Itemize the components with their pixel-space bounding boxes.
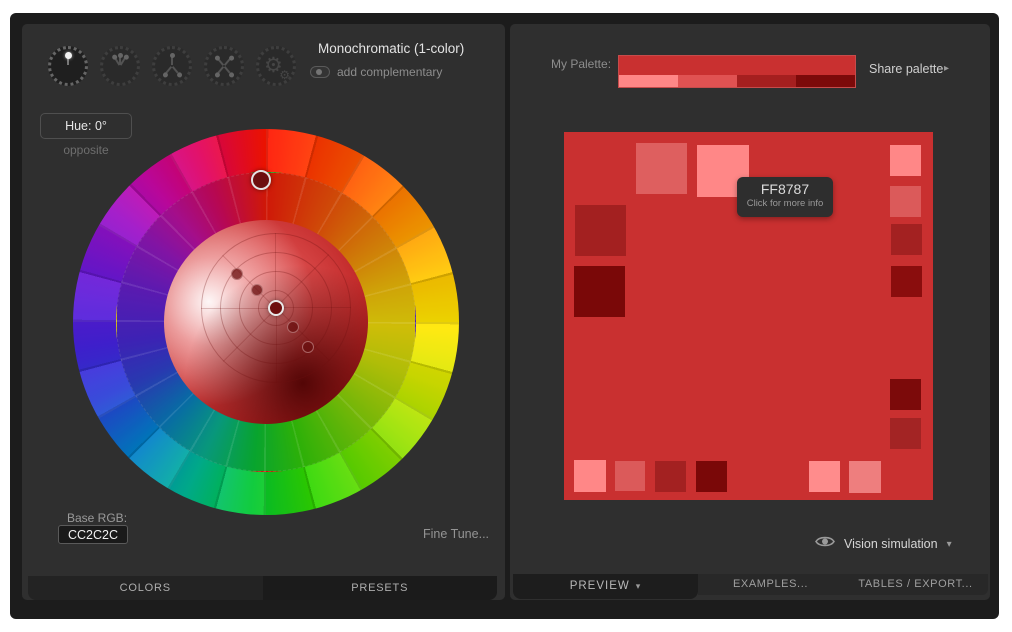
variant-marker[interactable] [231,268,243,280]
share-palette-arrow-icon: ▸ [944,63,949,74]
preview-square[interactable] [575,205,626,256]
base-rgb-input[interactable] [58,525,128,544]
palette-variant-swatch[interactable] [619,75,678,87]
preview-square[interactable] [890,145,921,176]
palette-strip[interactable] [619,56,855,87]
tab-preview-label: PREVIEW [570,580,630,592]
preview-square[interactable] [890,379,921,410]
small-gear-icon: ⚙ [279,68,290,82]
app-window: ⚙ ⚙ Monochromatic (1-color) add compleme… [0,0,1012,632]
variant-marker[interactable] [302,341,314,353]
palette-variant-swatch[interactable] [796,75,855,87]
preview-square[interactable] [891,266,922,297]
app-frame: ⚙ ⚙ Monochromatic (1-color) add compleme… [10,13,999,619]
tooltip-hex-value: FF8787 [737,181,833,197]
tab-tables-export[interactable]: TABLES / EXPORT... [843,574,988,595]
tab-preview[interactable]: PREVIEW ▾ [513,574,698,599]
preview-square[interactable] [636,143,687,194]
preview-panel: My Palette: Share palette ▸ FF8787 Click… [510,24,990,600]
saturation-brightness-disc[interactable] [164,220,368,424]
scheme-panel: ⚙ ⚙ Monochromatic (1-color) add compleme… [22,24,505,600]
left-tabbar: COLORS PRESETS [28,576,497,600]
add-complementary-toggle[interactable] [310,66,330,78]
variant-marker[interactable] [287,321,299,333]
palette-variant-swatch[interactable] [678,75,737,87]
preview-square[interactable] [890,186,921,217]
variant-marker[interactable] [251,284,263,296]
preview-square[interactable] [615,461,645,491]
tab-colors[interactable]: COLORS [28,576,263,600]
scheme-mode-adjacent-button[interactable] [100,46,140,86]
right-tabbar: EXAMPLES... TABLES / EXPORT... [698,574,988,595]
eye-icon [815,535,835,553]
tab-presets[interactable]: PRESETS [263,576,498,600]
scheme-mode-monochromatic-button[interactable] [48,46,88,86]
scheme-mode-freestyle-button[interactable]: ⚙ ⚙ [256,46,296,86]
color-wheel[interactable] [73,129,459,515]
toggle-dot [316,69,322,75]
preview-square[interactable] [849,461,881,493]
knob-dot [65,52,72,59]
my-palette-label: My Palette: [551,57,611,71]
preview-square[interactable] [891,224,922,255]
scheme-title: Monochromatic (1-color) [318,41,464,56]
share-palette-link[interactable]: Share palette [869,62,943,76]
palette-variant-row [619,75,855,87]
scheme-mode-triad-button[interactable] [152,46,192,86]
vision-caret-icon: ▾ [947,539,952,550]
preview-caret-icon: ▾ [636,581,642,591]
preview-square[interactable] [809,461,840,492]
fine-tune-link[interactable]: Fine Tune... [423,527,489,541]
add-complementary-control[interactable]: add complementary [310,65,442,79]
tooltip-hint: Click for more info [737,198,833,209]
scheme-mode-tetrad-button[interactable] [204,46,244,86]
color-tooltip[interactable]: FF8787 Click for more info [737,177,833,217]
preview-square[interactable] [574,266,625,317]
base-rgb-label: Base RGB: [67,511,127,525]
tab-examples[interactable]: EXAMPLES... [698,574,843,595]
vision-simulation-control[interactable]: Vision simulation ▾ [815,535,952,553]
base-color-marker[interactable] [268,300,284,316]
palette-variant-swatch[interactable] [737,75,796,87]
add-complementary-label: add complementary [337,65,442,79]
hue-marker[interactable] [251,170,271,190]
preview-square[interactable] [696,461,727,492]
palette-base-swatch[interactable] [619,56,855,75]
preview-square[interactable] [655,461,686,492]
preview-square[interactable] [574,460,606,492]
preview-square[interactable] [890,418,921,449]
vision-simulation-label: Vision simulation [844,537,938,551]
